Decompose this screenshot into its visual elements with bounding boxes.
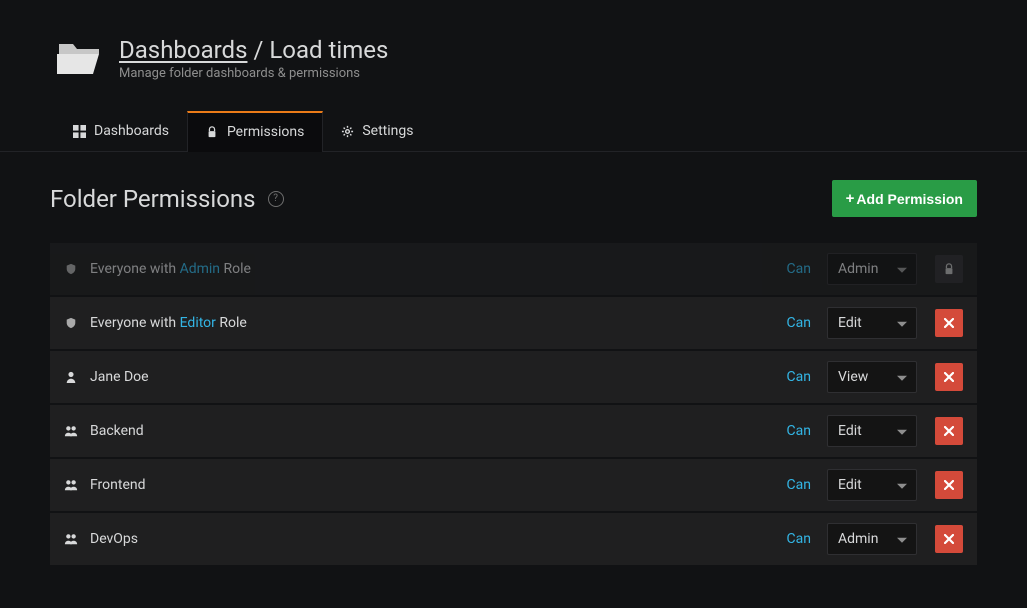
permission-target: Everyone with Editor Role (90, 315, 787, 331)
can-label: Can (787, 369, 811, 385)
permission-row: Everyone with Editor RoleCan Edit (50, 297, 977, 349)
permission-row: FrontendCan Edit (50, 459, 977, 511)
permission-level-select[interactable]: View (827, 361, 917, 393)
delete-permission-button[interactable] (935, 309, 963, 337)
can-label: Can (787, 531, 811, 547)
permission-row: Everyone with Admin RoleCan Admin (50, 243, 977, 295)
permission-level-select[interactable]: Edit (827, 415, 917, 447)
add-permission-button[interactable]: +Add Permission (832, 180, 977, 217)
folder-open-icon (55, 38, 103, 78)
plus-icon: + (846, 190, 855, 207)
permission-target: Frontend (90, 477, 787, 493)
can-label: Can (787, 477, 811, 493)
help-icon[interactable]: ? (268, 191, 284, 207)
apps-icon (73, 125, 86, 138)
permission-row: DevOpsCan Admin (50, 513, 977, 565)
permission-level-select[interactable]: Admin (827, 253, 917, 285)
breadcrumb: Dashboards / Load times (119, 36, 388, 64)
permission-level-select[interactable]: Admin (827, 523, 917, 555)
users-icon (64, 424, 78, 438)
tab-settings[interactable]: Settings (323, 111, 431, 151)
user-icon (64, 370, 78, 384)
permission-level-select[interactable]: Edit (827, 469, 917, 501)
permission-target: Jane Doe (90, 369, 787, 385)
permission-level-select[interactable]: Edit (827, 307, 917, 339)
delete-permission-button[interactable] (935, 417, 963, 445)
users-icon (64, 532, 78, 546)
permission-target: Everyone with Admin Role (90, 261, 787, 277)
permission-row: BackendCan Edit (50, 405, 977, 457)
lock-icon (206, 125, 219, 138)
tab-permissions[interactable]: Permissions (187, 111, 323, 152)
permission-target: Backend (90, 423, 787, 439)
breadcrumb-current: Load times (269, 36, 388, 64)
delete-permission-button[interactable] (935, 471, 963, 499)
tab-label: Permissions (227, 124, 304, 140)
tab-label: Dashboards (94, 123, 169, 139)
delete-permission-button[interactable] (935, 525, 963, 553)
shield-icon (64, 316, 78, 330)
can-label: Can (787, 315, 811, 331)
gear-icon (341, 125, 354, 138)
users-icon (64, 478, 78, 492)
page-subtitle: Manage folder dashboards & permissions (119, 66, 388, 81)
permission-target: DevOps (90, 531, 787, 547)
breadcrumb-root-link[interactable]: Dashboards (119, 36, 247, 64)
tab-label: Settings (362, 123, 413, 139)
delete-permission-button[interactable] (935, 363, 963, 391)
locked-indicator (935, 255, 963, 283)
breadcrumb-separator: / (253, 36, 263, 64)
can-label: Can (787, 261, 811, 277)
can-label: Can (787, 423, 811, 439)
permission-row: Jane DoeCan View (50, 351, 977, 403)
tab-dashboards[interactable]: Dashboards (55, 111, 187, 151)
section-title: Folder Permissions ? (50, 185, 284, 213)
shield-icon (64, 262, 78, 276)
